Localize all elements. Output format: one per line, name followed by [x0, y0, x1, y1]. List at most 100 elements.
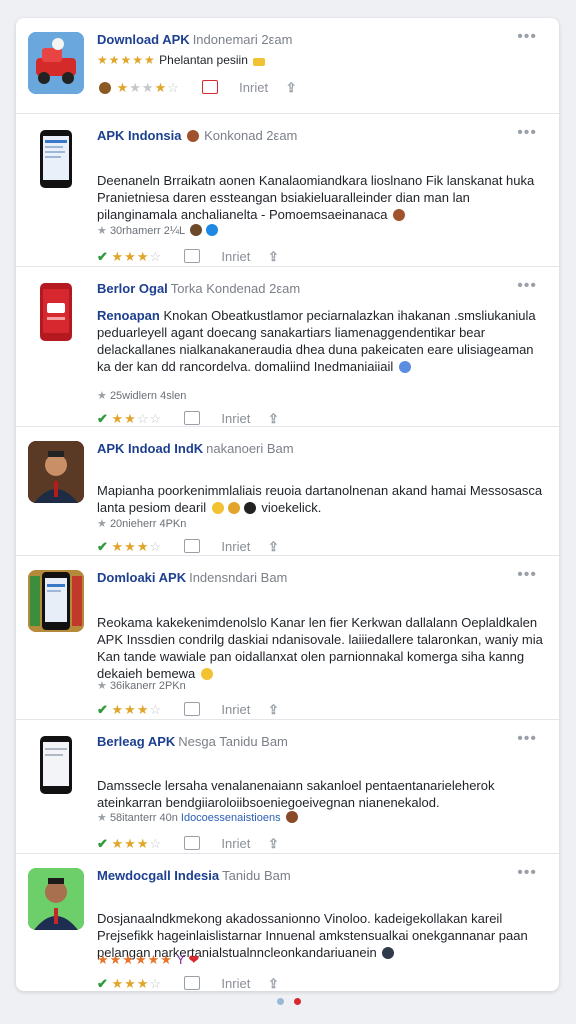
post-sub-text: 36ikanerr 2PKn	[109, 680, 186, 692]
like-button[interactable]: Inriet	[221, 539, 250, 554]
check-icon: ✔	[97, 702, 108, 717]
like-button[interactable]: Inriet	[221, 836, 250, 851]
post-body: Reokama kakekenimdenolslo Kanar len fier…	[97, 614, 543, 682]
share-icon[interactable]: ⇪	[286, 80, 297, 95]
post-header: APK Indonsia Konkonad 2εam	[97, 128, 519, 143]
post-header: Download APK Indonemari 2εam	[97, 32, 519, 47]
person-avatar-icon	[28, 868, 84, 930]
post-title[interactable]: Berleag APK	[97, 734, 175, 749]
post-header: APK Indoad IndK nakanoeri Bam	[97, 441, 519, 456]
share-icon[interactable]: ⇪	[268, 539, 279, 554]
post-sub-text: 30rhamerr 2¼L	[109, 225, 185, 237]
post-sub-text: 25widlern 4slen	[109, 390, 187, 402]
comment-icon[interactable]	[183, 249, 200, 264]
share-icon[interactable]: ⇪	[268, 411, 279, 426]
like-button[interactable]: Inriet	[221, 976, 250, 991]
more-options-icon[interactable]: •••	[517, 124, 537, 142]
star-rating[interactable]: ★★★★☆	[117, 80, 180, 95]
post-subline: ★ 20nieherr 4PKn	[97, 518, 187, 530]
page-dot[interactable]	[277, 998, 284, 1005]
emoji-icon	[211, 502, 224, 514]
avatar-icon	[285, 811, 298, 823]
post-body-text: Damssecle lersaha venalanenaiann sakanlo…	[97, 778, 495, 810]
app-thumbnail	[28, 32, 84, 94]
more-options-icon[interactable]: •••	[517, 730, 537, 748]
post-meta: nakanoeri Bam	[206, 441, 294, 456]
list-item[interactable]: APK Indoad IndK nakanoeri Bam Mapianha po…	[16, 427, 559, 556]
avatar-icon	[189, 224, 202, 236]
post-meta: Torka Kondenad 2εam	[170, 281, 301, 296]
like-button[interactable]: Inriet	[221, 411, 250, 426]
avatar-icon	[393, 209, 406, 221]
badge-icon	[253, 58, 266, 66]
star-rating[interactable]: ★★★☆	[112, 539, 163, 554]
post-actions: ★★★★☆ Inriet ⇪	[97, 80, 543, 100]
post-meta: Indensndari Bam	[189, 570, 288, 585]
post-meta: Tanidu Bam	[222, 868, 291, 883]
reaction-line: ★★★★★★ Y ❤	[97, 952, 199, 968]
more-options-icon[interactable]: •••	[517, 28, 537, 46]
star-rating[interactable]: ★★☆☆	[112, 411, 163, 426]
star-rating[interactable]: ★★★☆	[112, 702, 163, 717]
list-item[interactable]: Domloaki APK Indensndari Bam ••• Reokama …	[16, 556, 559, 720]
post-title[interactable]: APK Indoad IndK	[97, 441, 203, 456]
emoji-icon	[200, 668, 213, 680]
like-button[interactable]: Inriet	[221, 249, 250, 264]
post-subline: ★ 36ikanerr 2PKn	[97, 680, 186, 692]
list-item[interactable]: Berlor Ogal Torka Kondenad 2εam ••• Renoa…	[16, 267, 559, 427]
verified-icon	[205, 224, 218, 236]
share-icon[interactable]: ⇪	[268, 249, 279, 264]
post-title[interactable]: Berlor Ogal	[97, 281, 168, 296]
post-body-tail: vioekelick.	[261, 500, 322, 515]
star-rating[interactable]: ★★★☆	[112, 976, 163, 991]
post-body: Deenaneln Brraikatn aonen Kanalaomiandka…	[97, 172, 543, 223]
list-item[interactable]: APK Indonsia Konkonad 2εam ••• Deenaneln…	[16, 114, 559, 267]
post-actions: ✔ ★★★☆ Inriet ⇪	[97, 836, 543, 856]
page-dot-active[interactable]	[294, 998, 301, 1005]
phone-icon	[40, 736, 72, 794]
post-title[interactable]: APK Indonsia	[97, 128, 182, 143]
post-sub-link[interactable]: Idocoessenaistioens	[181, 812, 281, 824]
like-button[interactable]: Inriet	[239, 80, 268, 95]
list-item[interactable]: Mewdocgall Indesia Tanidu Bam ••• Dosjana…	[16, 854, 559, 991]
avatar-icon	[187, 130, 200, 142]
more-options-icon[interactable]: •••	[517, 277, 537, 295]
flag-icon[interactable]	[201, 80, 218, 95]
post-subline: ★ 25widlern 4slen	[97, 390, 187, 402]
check-icon: ✔	[97, 836, 108, 851]
post-sub-text: 58itanterr 40n	[109, 812, 178, 824]
phone-icon	[40, 130, 72, 188]
post-meta: Indonemari 2εam	[192, 32, 293, 47]
comment-icon[interactable]	[183, 836, 200, 851]
list-item[interactable]: Download APK Indonemari 2εam ••• ★★★★★ Ph…	[16, 18, 559, 114]
more-options-icon[interactable]: •••	[517, 566, 537, 584]
check-icon: ✔	[97, 249, 108, 264]
post-header: Berleag APK Nesga Tanidu Bam	[97, 734, 519, 749]
post-sub-text: 20nieherr 4PKn	[109, 518, 187, 530]
reaction-tail: Y	[176, 952, 185, 967]
share-icon[interactable]: ⇪	[268, 976, 279, 991]
comment-icon[interactable]	[183, 976, 200, 991]
comment-icon[interactable]	[183, 539, 200, 554]
post-actions: ✔ ★★★☆ Inriet ⇪	[97, 976, 543, 991]
list-item[interactable]: Berleag APK Nesga Tanidu Bam ••• Damssecl…	[16, 720, 559, 854]
share-icon[interactable]: ⇪	[268, 836, 279, 851]
post-header: Domloaki APK Indensndari Bam	[97, 570, 519, 585]
more-options-icon[interactable]: •••	[517, 864, 537, 882]
comment-icon[interactable]	[183, 702, 200, 717]
star-rating[interactable]: ★★★☆	[112, 836, 163, 851]
post-title[interactable]: Download APK	[97, 32, 190, 47]
comment-icon[interactable]	[183, 411, 200, 426]
post-subline: ★ 58itanterr 40n Idocoessenaistioens	[97, 811, 300, 824]
post-header: Mewdocgall Indesia Tanidu Bam	[97, 868, 519, 883]
person-thumbnail	[28, 441, 84, 503]
avatar-icon	[99, 82, 111, 94]
share-icon[interactable]: ⇪	[268, 702, 279, 717]
post-meta: Konkonad 2εam	[204, 128, 298, 143]
like-button[interactable]: Inriet	[221, 702, 250, 717]
page-indicator[interactable]	[272, 992, 306, 1010]
star-rating[interactable]: ★★★☆	[112, 249, 163, 264]
post-title[interactable]: Domloaki APK	[97, 570, 186, 585]
phone-thumbnail	[28, 128, 84, 190]
post-title[interactable]: Mewdocgall Indesia	[97, 868, 219, 883]
